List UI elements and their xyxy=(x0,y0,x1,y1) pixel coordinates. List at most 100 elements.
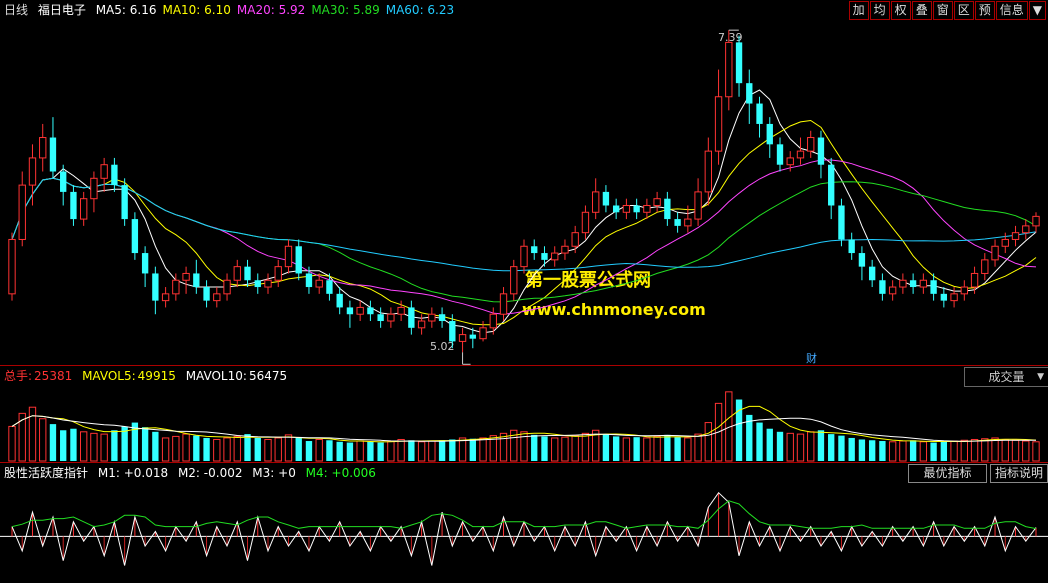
candle-body xyxy=(479,327,487,340)
candle-body xyxy=(295,246,302,274)
stock-chart-window: { "header": { "period": "日线", "stock_nam… xyxy=(0,0,1048,583)
candle-body xyxy=(704,150,712,193)
candle-body xyxy=(182,272,190,281)
candle-body xyxy=(121,185,128,220)
candle-body xyxy=(1011,232,1020,240)
candle-body xyxy=(489,313,497,329)
candle-body xyxy=(408,307,415,328)
candle-body xyxy=(244,266,251,281)
candle-body xyxy=(284,245,293,268)
volume-bar xyxy=(766,428,773,461)
candle-body xyxy=(254,280,261,288)
volume-bar xyxy=(326,440,333,461)
volume-bar xyxy=(39,418,47,462)
candle-body xyxy=(39,137,47,159)
volume-bar xyxy=(950,440,958,462)
candle-body xyxy=(888,286,897,295)
volume-bar xyxy=(141,427,149,461)
volume-bar xyxy=(551,437,559,462)
volume-bar xyxy=(653,435,661,462)
volume-bar xyxy=(49,424,57,461)
volume-bar xyxy=(367,441,374,461)
volume-bar xyxy=(756,422,763,461)
volume-bar xyxy=(417,441,426,462)
candle-body xyxy=(950,293,958,302)
candle-body xyxy=(909,280,917,288)
candle-body xyxy=(828,164,835,206)
volume-bar xyxy=(776,431,784,461)
volume-bar xyxy=(284,434,293,462)
volume-bar xyxy=(561,436,569,462)
candle-body xyxy=(510,266,518,295)
volume-bar xyxy=(1032,441,1040,462)
candle-body xyxy=(499,293,508,315)
candle-body xyxy=(438,314,446,322)
volume-bar xyxy=(970,438,979,462)
candle-body xyxy=(756,103,763,124)
volume-bar xyxy=(633,437,640,461)
candle-body xyxy=(735,42,743,84)
candle-body xyxy=(981,259,989,274)
volume-bar xyxy=(909,440,917,461)
volume-bar xyxy=(612,436,620,461)
candle-body xyxy=(991,245,999,261)
candle-body xyxy=(315,279,323,288)
volume-bar xyxy=(879,441,886,461)
chart-canvas[interactable] xyxy=(0,0,1048,583)
volume-bar xyxy=(223,437,231,462)
candle-body xyxy=(356,306,364,315)
candle-body xyxy=(930,280,937,294)
candle-body xyxy=(469,334,476,339)
volume-bar xyxy=(315,438,323,462)
candle-body xyxy=(746,83,753,104)
candle-body xyxy=(90,177,98,200)
volume-bar xyxy=(244,434,251,461)
candle-body xyxy=(60,171,67,192)
candle-body xyxy=(848,239,855,254)
candle-body xyxy=(940,293,948,301)
candle-body xyxy=(960,286,968,295)
candle-body xyxy=(70,191,77,220)
volume-bar xyxy=(438,440,446,461)
candle-body xyxy=(417,320,426,329)
volume-bar xyxy=(60,430,67,461)
volume-bar xyxy=(346,442,354,461)
candle-body xyxy=(714,96,723,152)
volume-bar xyxy=(233,435,241,462)
candle-body xyxy=(274,266,282,281)
candle-body xyxy=(653,198,661,206)
volume-bar xyxy=(80,431,88,462)
candle-body xyxy=(28,157,37,186)
volume-bar xyxy=(622,437,631,462)
volume-bar xyxy=(571,435,579,462)
candle-body xyxy=(152,273,159,301)
volume-bar xyxy=(838,435,845,461)
candle-body xyxy=(18,184,26,240)
candle-body xyxy=(326,280,333,294)
volume-bar xyxy=(1011,439,1020,462)
candle-body xyxy=(336,293,343,308)
volume-bar xyxy=(203,437,210,461)
volume-bar xyxy=(18,412,26,462)
volume-bar xyxy=(305,441,313,461)
volume-bar xyxy=(858,439,866,461)
volume-bar xyxy=(735,399,743,461)
candle-body xyxy=(264,279,272,288)
volume-bar xyxy=(796,433,805,462)
candle-body xyxy=(807,137,815,152)
candle-body xyxy=(838,205,845,240)
volume-bar xyxy=(828,434,835,461)
volume-bar xyxy=(408,440,415,461)
volume-bar xyxy=(397,438,405,462)
volume-bar xyxy=(295,437,302,461)
volume-bar xyxy=(193,435,200,461)
volume-bar xyxy=(1022,440,1030,462)
candle-body xyxy=(141,253,149,274)
candle-body xyxy=(602,191,610,206)
volume-bar xyxy=(161,437,170,462)
volume-bar xyxy=(664,434,671,461)
volume-bar xyxy=(541,436,548,461)
candle-body xyxy=(858,253,866,267)
volume-bar xyxy=(458,437,467,462)
candle-body xyxy=(592,191,600,213)
